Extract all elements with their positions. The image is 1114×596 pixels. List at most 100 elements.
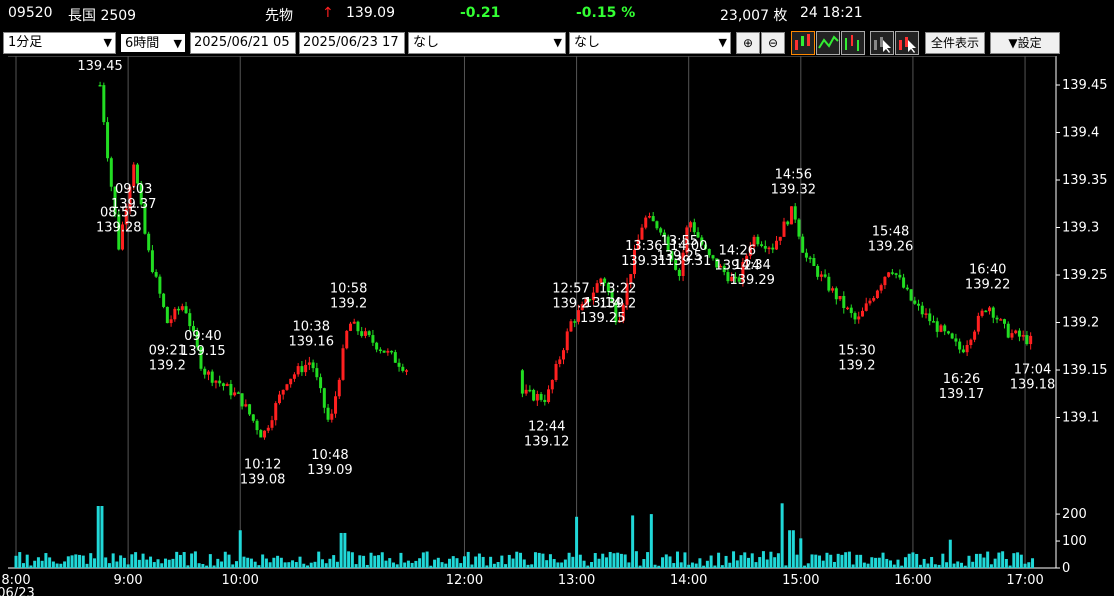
candle-body: [1010, 333, 1014, 338]
candle-body: [214, 380, 218, 383]
volume-bar: [690, 562, 694, 568]
zoom-in-icon[interactable]: ⊕: [736, 32, 760, 54]
interval-select[interactable]: 1分足 ▼: [3, 32, 116, 54]
annotation-value: 139.45: [77, 59, 123, 74]
candle-body: [857, 316, 861, 320]
candle-body: [659, 228, 663, 233]
volume-bar: [21, 563, 25, 568]
volume-bar: [234, 561, 238, 568]
volume-bar: [358, 555, 362, 568]
annotation-value: 139.22: [965, 278, 1011, 293]
candle-body: [98, 85, 102, 87]
candle-body: [804, 252, 808, 258]
annotation-time: 14:56: [775, 168, 812, 183]
volume-bar: [683, 552, 687, 568]
volume-bar: [806, 563, 810, 568]
volume-bar: [646, 552, 650, 568]
candle-body: [352, 321, 356, 324]
volume-bar: [758, 557, 762, 568]
annotation-time: 17:04: [1014, 363, 1051, 378]
volume-bar: [814, 554, 818, 568]
candle-body: [292, 374, 296, 379]
volume-bar: [332, 555, 336, 568]
candle-body: [150, 250, 154, 273]
indicator1-select[interactable]: なし ▼: [408, 32, 566, 54]
volume-tick-label: 200: [1062, 507, 1087, 522]
volume-bar: [582, 560, 586, 568]
time-tick-label: 13:00: [558, 573, 595, 588]
candle-body: [640, 227, 644, 240]
volume-bar: [163, 558, 167, 568]
volume-bar: [1001, 551, 1005, 568]
candle-body: [812, 258, 816, 266]
price-tick-label: 139.4: [1062, 126, 1099, 141]
volume-bar: [586, 565, 590, 568]
volume-bar: [18, 552, 22, 568]
candle-chart-icon[interactable]: [791, 31, 815, 55]
candle-body: [184, 306, 188, 314]
volume-bar: [829, 554, 833, 568]
candle-body: [289, 378, 293, 385]
zoom-out-icon[interactable]: ⊖: [761, 32, 785, 54]
candle-body: [935, 321, 939, 332]
candle-body: [233, 392, 237, 396]
volume-bar: [264, 558, 268, 568]
settings-button[interactable]: ▼設定: [990, 32, 1060, 54]
candle-body: [692, 222, 696, 233]
volume-bar: [821, 560, 825, 568]
candle-body: [976, 315, 980, 332]
candle-body: [363, 331, 367, 336]
volume-bar: [877, 557, 881, 568]
candle-body: [573, 321, 577, 323]
time-tick-label: 9:00: [114, 573, 143, 588]
volume-bar: [100, 506, 104, 568]
volume-bar: [773, 557, 777, 568]
candle-body: [259, 430, 263, 438]
volume-bar: [567, 552, 571, 568]
cursor-tool-icon[interactable]: [870, 31, 894, 55]
end-date-field[interactable]: 2025/06/23 17: [299, 32, 405, 54]
volume-bar: [526, 564, 530, 568]
candle-body: [1014, 330, 1018, 334]
bar-chart-icon[interactable]: [841, 31, 865, 55]
volume-bar: [242, 556, 246, 568]
annotation-time: 10:58: [330, 282, 367, 297]
volume-bar: [152, 562, 156, 568]
volume-bar: [167, 559, 171, 568]
price-tick-label: 139.25: [1062, 268, 1108, 283]
volume-bar: [776, 553, 780, 568]
candle-body: [251, 414, 255, 421]
volume-bar: [795, 554, 799, 568]
candle-body: [846, 307, 850, 310]
line-chart-icon[interactable]: [816, 31, 840, 55]
draw-tool-icon[interactable]: [895, 31, 919, 55]
price-chart[interactable]: 8:00 9:00 10:00 12:00 13:00 14:00 15:00 16:00 17…: [0, 56, 1114, 596]
span-select[interactable]: 6時間 ▼: [119, 32, 187, 54]
volume-bar: [272, 557, 276, 568]
annotation-value: 139.09: [307, 463, 353, 478]
candle-body: [827, 276, 831, 291]
price-tick-label: 139.35: [1062, 173, 1108, 188]
candle-body: [543, 399, 547, 402]
volume-bar: [563, 559, 567, 568]
show-all-button[interactable]: 全件表示: [925, 32, 985, 54]
volume-bar: [29, 565, 33, 568]
price-tick-label: 139.2: [1062, 316, 1099, 331]
annotation-value: 139.15: [180, 344, 226, 359]
annotation-value: 139.18: [1010, 378, 1056, 393]
volume-bar: [126, 564, 130, 568]
start-date-field[interactable]: 2025/06/21 05: [190, 32, 296, 54]
volume-bar: [500, 555, 504, 568]
volume-bar: [896, 559, 900, 568]
volume-bar: [459, 563, 463, 568]
time-tick-label: 16:00: [894, 573, 931, 588]
volume-bar: [309, 562, 313, 568]
indicator2-select[interactable]: なし ▼: [569, 32, 731, 54]
candle-body: [924, 313, 928, 315]
volume-tick-label: 0: [1062, 561, 1070, 576]
candle-body: [109, 158, 113, 187]
volume-bar: [956, 561, 960, 568]
volume-bar: [391, 562, 395, 568]
volume-bar: [971, 561, 975, 568]
annotation-value: 139.2: [330, 297, 367, 312]
